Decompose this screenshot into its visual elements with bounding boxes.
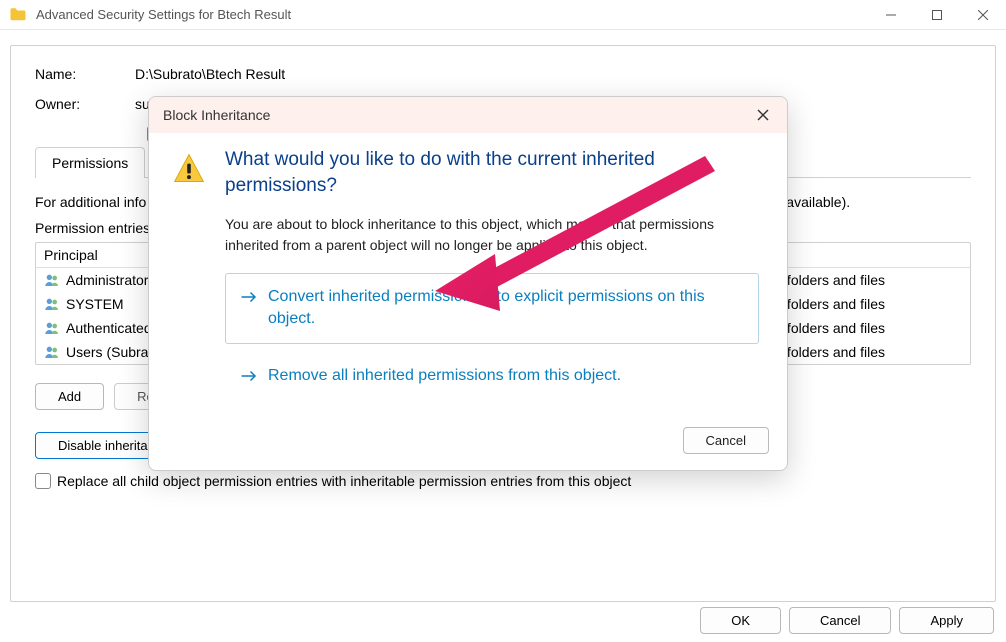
modal-title: Block Inheritance [163,107,753,123]
modal-heading: What would you like to do with the curre… [225,147,759,198]
add-button[interactable]: Add [35,383,104,410]
principal-name: Administrators [66,272,155,288]
option-remove-permissions[interactable]: Remove all inherited permissions from th… [225,352,759,403]
maximize-button[interactable] [914,0,960,30]
option-convert-label: Convert inherited permissions into expli… [268,286,744,331]
option-remove-label: Remove all inherited permissions from th… [268,365,621,390]
arrow-right-icon [240,289,258,331]
apply-button[interactable]: Apply [899,607,994,634]
users-icon [44,296,60,312]
window-controls [868,0,1006,30]
window-titlebar: Advanced Security Settings for Btech Res… [0,0,1006,30]
option-convert-permissions[interactable]: Convert inherited permissions into expli… [225,273,759,344]
principal-name: SYSTEM [66,296,124,312]
block-inheritance-dialog: Block Inheritance What would you like to… [148,96,788,471]
info-text-left: For additional info [35,194,146,210]
users-icon [44,272,60,288]
name-label: Name: [35,66,135,82]
replace-checkbox[interactable] [35,473,51,489]
window-title: Advanced Security Settings for Btech Res… [36,7,868,22]
users-icon [44,320,60,336]
principal-name: Users (Subrato [66,344,160,360]
modal-explanation: You are about to block inheritance to th… [225,214,759,255]
arrow-right-icon [240,368,258,390]
minimize-button[interactable] [868,0,914,30]
close-button[interactable] [960,0,1006,30]
principal-name: Authenticated [66,320,152,336]
ok-button[interactable]: OK [700,607,781,634]
replace-checkbox-label[interactable]: Replace all child object permission entr… [57,473,631,489]
cancel-button[interactable]: Cancel [789,607,891,634]
dialog-buttons: OK Cancel Apply [700,607,994,634]
warning-icon [171,151,207,187]
users-icon [44,344,60,360]
owner-label: Owner: [35,96,135,112]
modal-cancel-button[interactable]: Cancel [683,427,769,454]
modal-close-button[interactable] [753,105,773,125]
name-value: D:\Subrato\Btech Result [135,66,285,82]
tab-permissions[interactable]: Permissions [35,147,145,178]
folder-icon [8,5,28,25]
